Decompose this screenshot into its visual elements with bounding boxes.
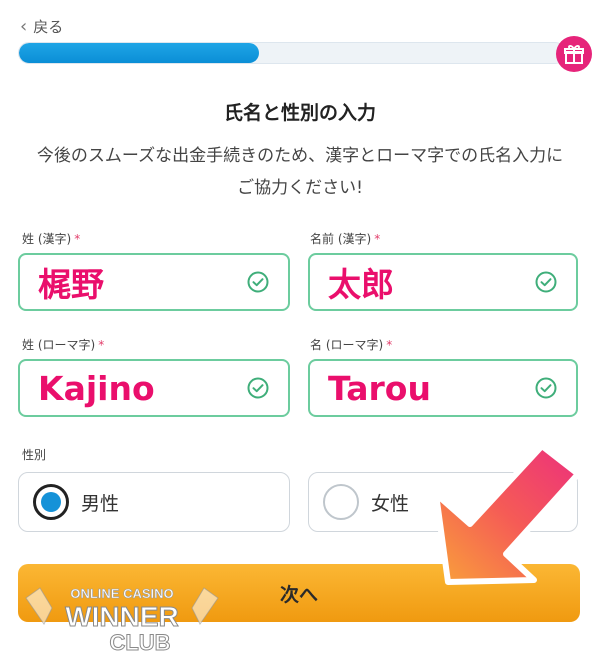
required-mark: * xyxy=(98,338,105,352)
back-label: 戻る xyxy=(33,18,64,36)
first-name-kanji-value: 太郎 xyxy=(328,265,394,304)
last-name-kanji-label: 姓 (漢字) * xyxy=(22,232,81,246)
check-circle-icon xyxy=(535,271,557,293)
radio-female[interactable] xyxy=(323,484,359,520)
gender-female-label: 女性 xyxy=(371,492,410,515)
first-name-roman-field[interactable]: Tarou xyxy=(308,359,578,417)
arrow-annotation-icon xyxy=(433,443,581,585)
last-name-roman-value: Kajino xyxy=(38,368,155,408)
check-circle-icon xyxy=(535,377,557,399)
gift-icon xyxy=(556,36,592,72)
first-name-kanji-field[interactable]: 太郎 xyxy=(308,253,578,311)
last-name-kanji-field[interactable]: 梶野 xyxy=(18,253,290,311)
last-name-roman-label: 姓 (ローマ字) * xyxy=(22,338,105,352)
svg-text:CLUB: CLUB xyxy=(109,630,170,655)
required-mark: * xyxy=(386,338,393,352)
first-name-kanji-label: 名前 (漢字) * xyxy=(310,232,381,246)
last-name-kanji-value: 梶野 xyxy=(38,265,104,304)
form-heading: 氏名と性別の入力 xyxy=(223,102,376,124)
form-description: 今後のスムーズな出金手続きのため、漢字とローマ字での氏名入力にご協力ください! xyxy=(36,146,564,198)
first-name-roman-label: 名 (ローマ字) * xyxy=(310,338,393,352)
first-name-roman-value: Tarou xyxy=(328,368,431,408)
gender-male-label: 男性 xyxy=(81,492,120,515)
gender-option-male[interactable]: 男性 xyxy=(18,472,290,532)
progress-bar xyxy=(18,42,566,64)
watermark-logo: ONLINE CASINO WINNER CLUB xyxy=(25,586,219,656)
last-name-roman-field[interactable]: Kajino xyxy=(18,359,290,417)
chevron-left-icon: ‹ xyxy=(20,15,28,37)
required-mark: * xyxy=(374,232,381,246)
svg-text:ONLINE CASINO: ONLINE CASINO xyxy=(70,586,173,601)
svg-text:WINNER: WINNER xyxy=(65,601,179,632)
required-mark: * xyxy=(74,232,81,246)
progress-fill xyxy=(19,43,260,63)
gender-label: 性別 xyxy=(22,448,47,462)
back-link[interactable]: ‹ 戻る xyxy=(20,16,63,37)
check-circle-icon xyxy=(247,377,269,399)
check-circle-icon xyxy=(247,271,269,293)
radio-male[interactable] xyxy=(33,484,69,520)
